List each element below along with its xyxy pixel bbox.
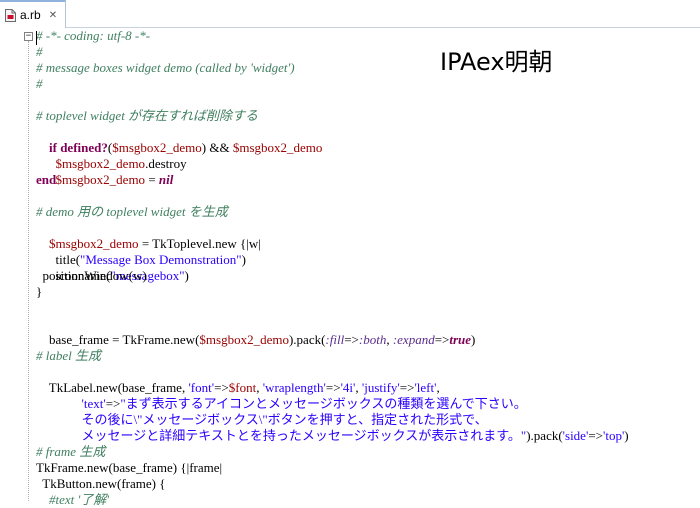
- true-keyword: true: [449, 332, 472, 347]
- symbol: :expand: [392, 332, 435, 347]
- code-line-7: if defined?($msgbox2_demo) && $msgbox2_d…: [36, 124, 322, 155]
- tab-label: a.rb: [20, 8, 41, 22]
- string: 'top': [602, 428, 625, 443]
- code-line-1: # -*- coding: utf-8 -*-: [36, 28, 151, 43]
- font-name-overlay: IPAex明朝: [440, 48, 553, 76]
- nil-keyword: nil: [158, 172, 174, 187]
- token: ): [624, 428, 629, 443]
- string: 'side': [562, 428, 589, 443]
- code-line-24: その後に\"メッセージボックス\"ボタンを押すと、指定された形式で、: [36, 396, 488, 427]
- code-line-22: TkLabel.new(base_frame, 'font'=>$font, '…: [36, 364, 440, 395]
- token: =: [145, 172, 159, 187]
- token: ).pack(: [526, 428, 563, 443]
- text-caret: [36, 31, 37, 45]
- code-line-3: # message boxes widget demo (called by '…: [36, 60, 295, 75]
- code-line-6: # toplevel widget が存在すれば削除する: [36, 108, 259, 123]
- code-line-28: TkFrame.new(base_frame) {|frame|: [36, 460, 223, 475]
- tab-a-rb[interactable]: a.rb ✕: [0, 0, 66, 28]
- symbol: :both: [358, 332, 387, 347]
- string: メッセージと詳細テキストとを持ったメッセージボックスが表示されます。": [81, 428, 527, 443]
- code-line-4: #: [36, 76, 43, 91]
- code-line-19: base_frame = TkFrame.new($msgbox2_demo).…: [36, 316, 475, 347]
- symbol: :fill: [325, 332, 345, 347]
- code-line-13: $msgbox2_demo = TkToplevel.new {|w|: [36, 220, 261, 251]
- token: ): [471, 332, 476, 347]
- code-line-16: positionWindow(w): [36, 268, 147, 283]
- code-line-14: title("Message Box Demonstration"): [36, 236, 246, 267]
- code-line-29: TkButton.new(frame) {: [36, 476, 166, 491]
- token: =>: [344, 332, 359, 347]
- code-line-12: # demo 用の toplevel widget を生成: [36, 204, 228, 219]
- code-line-9: $msgbox2_demo = nil: [36, 156, 174, 187]
- code-line-8: $msgbox2_demo.destroy: [36, 140, 187, 171]
- code-line-2: #: [36, 44, 43, 59]
- code-line-21: # label 生成: [36, 348, 101, 363]
- code-line-30: #text '了解': [36, 492, 110, 507]
- code-line-27: # frame 生成: [36, 444, 106, 459]
- global-var: $msgbox2_demo: [199, 332, 289, 347]
- token: ) &&: [201, 140, 233, 155]
- global-var: $msgbox2_demo: [232, 140, 323, 155]
- code-line-10: end: [36, 172, 57, 187]
- token: =>: [588, 428, 603, 443]
- global-var: $msgbox2_demo: [55, 172, 146, 187]
- code-line-23: 'text'=>"まず表示するアイコンとメッセージボックスの種類を選んで下さい。: [36, 380, 527, 411]
- close-tab-icon[interactable]: ✕: [49, 10, 57, 21]
- token: =>: [434, 332, 450, 347]
- editor-gutter: [0, 28, 28, 500]
- fold-collapse-icon[interactable]: −: [24, 32, 33, 41]
- ruby-file-icon: [5, 8, 16, 22]
- fold-guide-line: [28, 41, 29, 501]
- code-line-25: メッセージと詳細テキストとを持ったメッセージボックスが表示されます。").pac…: [36, 412, 629, 443]
- token: ).pack(: [288, 332, 326, 347]
- token: base_frame = TkFrame.new(: [49, 332, 200, 347]
- code-line-17: }: [36, 284, 43, 299]
- token: ): [241, 252, 246, 267]
- token: ): [184, 268, 189, 283]
- code-line-15: iconname("messagebox"): [36, 252, 189, 283]
- editor-tab-bar: a.rb ✕: [0, 0, 700, 28]
